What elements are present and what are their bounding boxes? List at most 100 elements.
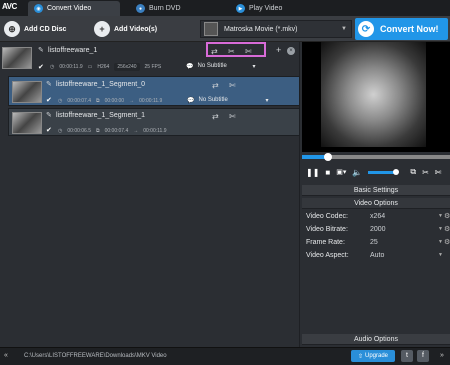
video-frame [321, 42, 426, 147]
scissors-cut-icon[interactable]: ✂ [422, 168, 429, 177]
edit-icon[interactable]: ✎ [38, 46, 44, 54]
film-icon [204, 22, 218, 36]
tab-label: Play Video [249, 5, 283, 12]
trim-icon: ⧉ [96, 127, 100, 134]
duration: 00:00:11.9 [59, 64, 83, 70]
close-icon[interactable]: × [287, 47, 295, 55]
tab-convert-video[interactable]: ◉ Convert Video [28, 1, 120, 16]
volume-icon[interactable]: 🔈 [352, 168, 362, 177]
file-name: listoffreeware_1_Segment_0 [56, 81, 145, 88]
clock-icon: ◷ [58, 97, 63, 104]
subtitle-icon: 💬 [186, 64, 194, 70]
basic-settings-header[interactable]: Basic Settings [302, 185, 450, 196]
edit-icon[interactable]: ✎ [46, 80, 52, 88]
add-videos-button[interactable]: + Add Video(s) [94, 20, 157, 38]
resolution: 256x240 [114, 63, 140, 71]
refresh-icon: ⟳ [358, 21, 374, 37]
subtitle-icon: 💬 [187, 98, 195, 104]
stop-icon[interactable]: ■ [325, 168, 330, 177]
end-time: 00:00:11.9 [139, 97, 163, 104]
seek-handle[interactable] [324, 153, 332, 161]
upgrade-button[interactable]: ⇧ Upgrade [351, 350, 395, 362]
setting-row-video-aspect[interactable]: Video Aspect: Auto ▼ [302, 250, 450, 262]
subtitle-select[interactable]: 💬 No Subtitle ▾ [186, 63, 255, 70]
setting-label: Video Aspect: [306, 252, 349, 259]
setting-label: Frame Rate: [306, 239, 345, 246]
tab-burn-dvd[interactable]: ● Burn DVD [130, 1, 220, 16]
subtitle-select[interactable]: 💬 No Subtitle ▾ [187, 97, 268, 104]
volume-slider[interactable] [368, 168, 400, 175]
file-name: listoffreeware_1_Segment_1 [56, 112, 145, 119]
output-path[interactable]: C:\Users\LISTOFFREEWARE\Downloads\MKV Vi… [24, 353, 167, 359]
list-item[interactable]: ✎ listoffreeware_1_Segment_1 ✔ ◷ 00:00:0… [8, 108, 300, 136]
pause-icon[interactable]: ❚❚ [306, 168, 319, 177]
fps: 25 FPS [144, 64, 162, 70]
title-tab-bar: AVC ◉ Convert Video ● Burn DVD ▶ Play Vi… [0, 0, 450, 16]
gear-icon[interactable]: ⚙ [444, 238, 450, 246]
action-icons-highlight [206, 42, 266, 57]
refresh-icon[interactable]: ⇄ [212, 112, 219, 121]
setting-value: Auto [370, 252, 385, 259]
check-icon[interactable]: ✔ [46, 97, 53, 104]
arrow-right-icon: → [129, 97, 135, 104]
settings-panel: Basic Settings Video Options Video Codec… [302, 183, 450, 347]
setting-value: x264 [370, 213, 386, 220]
refresh-icon[interactable]: ⇄ [212, 81, 219, 90]
tab-play-video[interactable]: ▶ Play Video [230, 1, 320, 16]
clock-icon: ◷ [50, 64, 55, 70]
gear-icon[interactable]: ⚙ [444, 225, 450, 233]
chevron-down-icon: ▼ [438, 252, 443, 258]
add-video-label: Add Video(s) [114, 25, 158, 33]
crop-icon[interactable]: ⧉ [410, 167, 416, 177]
audio-options-header[interactable]: Audio Options [302, 334, 450, 345]
trim-icon: ⧉ [96, 97, 100, 104]
setting-label: Video Bitrate: [306, 226, 348, 233]
facebook-icon[interactable]: f [417, 350, 429, 362]
check-icon[interactable]: ✔ [38, 64, 45, 71]
edit-icon[interactable]: ✎ [46, 111, 52, 119]
twitter-icon[interactable]: t [401, 350, 413, 362]
setting-label: Video Codec: [306, 213, 348, 220]
player-controls: ❚❚ ■ ▣▾ 🔈 ⧉ ✂ ✄ [302, 163, 450, 181]
check-icon[interactable]: ✔ [46, 127, 53, 134]
snapshot-icon[interactable]: ▣▾ [336, 168, 346, 176]
file-list: ✎ listoffreeware_1 ✔ ◷ 00:00:11.9 ▭ H264… [0, 42, 300, 347]
video-thumbnail [12, 112, 42, 134]
tab-label: Burn DVD [149, 5, 181, 12]
chevron-down-icon: ▼ [438, 226, 443, 232]
file-name: listoffreeware_1 [48, 47, 98, 54]
setting-row-video-bitrate[interactable]: Video Bitrate: 2000 ▼ ⚙ [302, 224, 450, 236]
setting-row-video-codec[interactable]: Video Codec: x264 ▼ ⚙ [302, 211, 450, 223]
expand-icon[interactable]: » [440, 352, 444, 359]
video-thumbnail [12, 81, 42, 103]
disc-icon: ● [136, 4, 145, 13]
video-icon: ▭ [87, 64, 93, 70]
add-cd-disc-button[interactable]: ⊕ Add CD Disc [4, 20, 66, 38]
setting-row-frame-rate[interactable]: Frame Rate: 25 ▼ ⚙ [302, 237, 450, 249]
list-item[interactable]: ✎ listoffreeware_1_Segment_0 ✔ ◷ 00:00:0… [8, 76, 300, 106]
file-meta: ✔ ◷ 00:00:11.9 ▭ H264 256x240 25 FPS [38, 63, 161, 71]
play-icon: ▶ [236, 4, 245, 13]
convert-icon: ◉ [34, 4, 43, 13]
video-thumbnail [2, 47, 32, 69]
effects-icon[interactable]: ✄ [435, 168, 442, 177]
chevron-down-icon: ▼ [341, 26, 347, 32]
chevron-down-icon: ▼ [438, 239, 443, 245]
video-options-header[interactable]: Video Options [302, 198, 450, 209]
chevron-down-icon: ▾ [265, 98, 269, 104]
codec: H264 [97, 64, 110, 70]
add-cd-label: Add CD Disc [24, 25, 67, 33]
setting-value: 2000 [370, 226, 386, 233]
arrow-right-icon: → [133, 127, 139, 134]
output-format-select[interactable]: Matroska Movie (*.mkv) ▼ [200, 20, 352, 38]
gear-icon[interactable]: ⚙ [444, 212, 450, 220]
end-time: 00:00:11.9 [143, 127, 167, 134]
tab-label: Convert Video [47, 5, 92, 12]
convert-now-button[interactable]: ⟳ Convert Now! [355, 18, 448, 40]
add-icon[interactable]: + [276, 45, 281, 55]
scissors-cut-icon[interactable]: ✄ [229, 112, 236, 121]
upgrade-label: Upgrade [365, 353, 389, 359]
collapse-icon[interactable]: « [4, 352, 8, 359]
format-value: Matroska Movie (*.mkv) [224, 25, 298, 33]
scissors-cut-icon[interactable]: ✄ [229, 81, 236, 90]
